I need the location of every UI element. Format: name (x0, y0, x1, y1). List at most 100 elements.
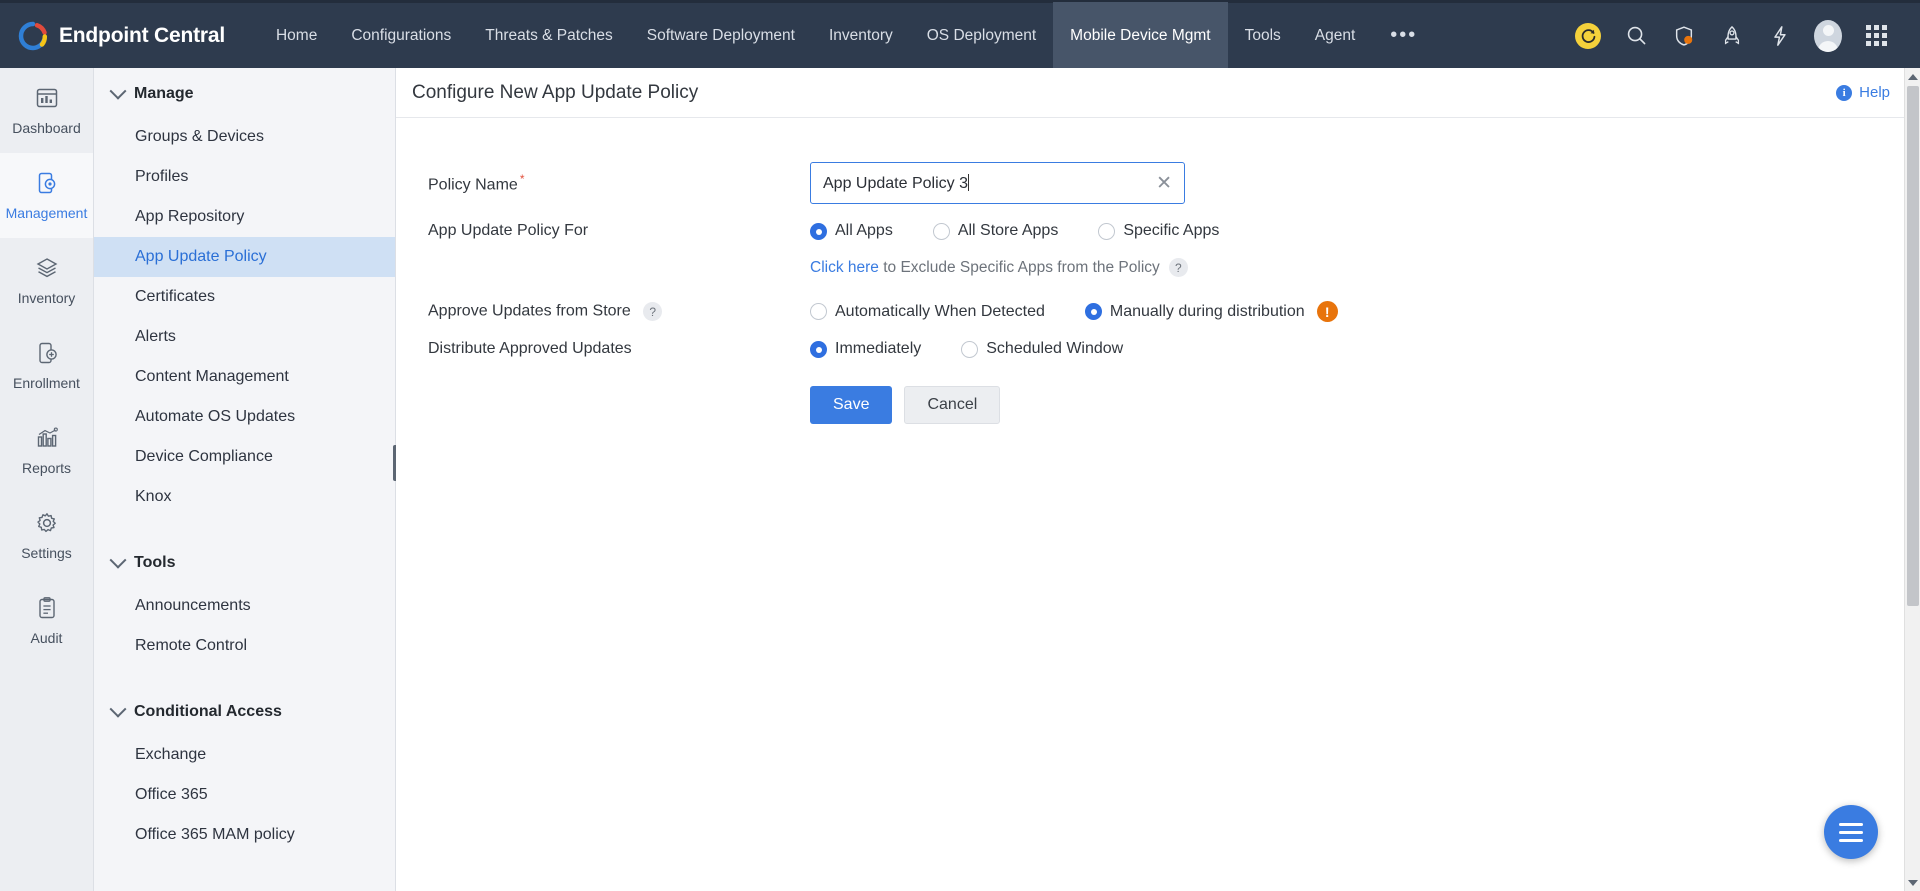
rail-label-management: Management (5, 204, 88, 221)
gear-icon (35, 511, 59, 538)
nav-item-software-deployment[interactable]: Software Deployment (630, 2, 812, 70)
rail-label-inventory: Inventory (17, 289, 76, 306)
help-tooltip-icon[interactable]: ? (1168, 258, 1188, 277)
sidebar-item-office-365[interactable]: Office 365 (94, 775, 395, 815)
rail-item-settings[interactable]: Settings (0, 493, 93, 578)
nav-item-tools[interactable]: Tools (1228, 2, 1298, 70)
help-label: Help (1859, 84, 1890, 101)
management-icon (35, 171, 59, 198)
primary-icon-rail: Dashboard Management Inventory Enrollmen… (0, 68, 94, 891)
sidebar-group-conditional-access[interactable]: Conditional Access (94, 686, 395, 735)
form-actions: Save Cancel (810, 386, 1904, 424)
brand[interactable]: Endpoint Central (0, 21, 225, 51)
nav-item-threats-patches[interactable]: Threats & Patches (468, 2, 630, 70)
sidebar-item-remote-control[interactable]: Remote Control (94, 626, 395, 666)
scroll-down-icon[interactable] (1905, 874, 1920, 891)
rail-label-settings: Settings (21, 544, 72, 561)
bolt-icon[interactable] (1766, 22, 1794, 50)
hamburger-icon-bar (1839, 830, 1863, 834)
save-button[interactable]: Save (810, 386, 893, 424)
radio-scheduled-window-label: Scheduled Window (986, 340, 1124, 357)
radio-immediately[interactable]: Immediately (810, 340, 921, 358)
secondary-sidebar: Manage Groups & Devices Profiles App Rep… (94, 68, 396, 891)
shield-alert-icon[interactable] (1670, 22, 1698, 50)
app-update-policy-form: Policy Name * App Update Policy 3 ✕ App U… (396, 118, 1904, 424)
rocket-icon[interactable] (1718, 22, 1746, 50)
nav-item-inventory[interactable]: Inventory (812, 2, 910, 70)
rail-item-audit[interactable]: Audit (0, 578, 93, 663)
sidebar-item-certificates[interactable]: Certificates (94, 277, 395, 317)
info-icon: i (1836, 84, 1853, 101)
exclude-apps-link[interactable]: Click here (810, 259, 879, 276)
radio-scheduled-window[interactable]: Scheduled Window (961, 340, 1123, 358)
cancel-button[interactable]: Cancel (904, 386, 1001, 424)
search-icon[interactable] (1622, 22, 1650, 50)
sidebar-group-tools[interactable]: Tools (94, 537, 395, 586)
rail-item-management[interactable]: Management (0, 153, 93, 238)
label-policy-for: App Update Policy For (428, 222, 589, 239)
rail-item-reports[interactable]: Reports (0, 408, 93, 493)
form-row-approve-updates: Approve Updates from Store ? Automatical… (396, 301, 1904, 322)
menu-fab[interactable] (1824, 805, 1878, 859)
form-row-distribute-updates: Distribute Approved Updates Immediately … (396, 340, 1904, 358)
page-header: Configure New App Update Policy i Help (396, 68, 1904, 118)
sidebar-item-automate-os-updates[interactable]: Automate OS Updates (94, 397, 395, 437)
sidebar-item-app-update-policy[interactable]: App Update Policy (94, 237, 395, 277)
brand-name: Endpoint Central (59, 23, 225, 47)
nav-item-mobile-device-mgmt[interactable]: Mobile Device Mgmt (1053, 1, 1228, 70)
sidebar-group-label-tools: Tools (134, 554, 176, 571)
exclude-apps-text: Click here to Exclude Specific Apps from… (810, 259, 1160, 277)
rail-item-enrollment[interactable]: Enrollment (0, 323, 93, 408)
chevron-down-icon (109, 700, 127, 718)
sidebar-item-groups-devices[interactable]: Groups & Devices (94, 117, 395, 157)
app-grid-icon[interactable] (1862, 22, 1890, 50)
radio-all-apps-indicator (810, 222, 827, 240)
warning-icon[interactable]: ! (1316, 301, 1338, 322)
sidebar-item-device-compliance[interactable]: Device Compliance (94, 437, 395, 477)
radio-all-apps[interactable]: All Apps (810, 222, 893, 240)
rail-item-dashboard[interactable]: Dashboard (0, 68, 93, 153)
radio-all-store-apps[interactable]: All Store Apps (932, 222, 1058, 240)
nav-item-agent[interactable]: Agent (1298, 2, 1373, 70)
rail-label-reports: Reports (21, 459, 72, 476)
sidebar-item-profiles[interactable]: Profiles (94, 157, 395, 197)
nav-more-icon[interactable]: ••• (1372, 24, 1435, 47)
radio-immediately-label: Immediately (835, 340, 922, 357)
nav-item-home[interactable]: Home (259, 2, 334, 70)
chevron-down-icon (109, 551, 127, 569)
help-tooltip-icon[interactable]: ? (643, 302, 663, 321)
field-policy-for: All Apps All Store Apps Specific Apps (810, 222, 1259, 240)
radio-manually-during-distribution[interactable]: Manually during distribution (1084, 303, 1305, 321)
nav-item-configurations[interactable]: Configurations (334, 2, 468, 70)
nav-item-os-deployment[interactable]: OS Deployment (910, 2, 1053, 70)
help-link[interactable]: i Help (1836, 84, 1890, 101)
sidebar-item-content-management[interactable]: Content Management (94, 357, 395, 397)
enrollment-icon (35, 341, 59, 368)
radio-manually-indicator (1084, 303, 1102, 320)
policy-name-input[interactable]: App Update Policy 3 ✕ (810, 162, 1185, 204)
radio-automatically-when-detected[interactable]: Automatically When Detected (810, 303, 1045, 321)
sidebar-item-app-repository[interactable]: App Repository (94, 197, 395, 237)
exclude-apps-rest: to Exclude Specific Apps from the Policy (878, 258, 1160, 276)
form-row-policy-for: App Update Policy For All Apps All Store… (396, 222, 1904, 240)
sidebar-item-knox[interactable]: Knox (94, 477, 395, 517)
rail-item-inventory[interactable]: Inventory (0, 238, 93, 323)
rail-label-audit: Audit (30, 629, 63, 646)
sidebar-item-alerts[interactable]: Alerts (94, 317, 395, 357)
required-marker: * (519, 171, 525, 186)
sidebar-item-exchange[interactable]: Exchange (94, 735, 395, 775)
page-scrollbar[interactable] (1904, 68, 1920, 891)
clear-icon[interactable]: ✕ (1156, 173, 1172, 193)
scroll-thumb[interactable] (1907, 86, 1919, 606)
scroll-up-icon[interactable] (1905, 68, 1920, 85)
avatar[interactable] (1814, 19, 1842, 52)
radio-automatically-label: Automatically When Detected (835, 302, 1045, 320)
sidebar-group-manage[interactable]: Manage (94, 68, 395, 117)
sidebar-item-announcements[interactable]: Announcements (94, 586, 395, 626)
layers-icon (35, 256, 59, 283)
label-approve-updates: Approve Updates from Store ? (396, 302, 810, 321)
radio-specific-apps[interactable]: Specific Apps (1098, 222, 1219, 240)
sidebar-item-office-365-mam-policy[interactable]: Office 365 MAM policy (94, 815, 395, 855)
refresh-icon[interactable] (1574, 22, 1602, 50)
